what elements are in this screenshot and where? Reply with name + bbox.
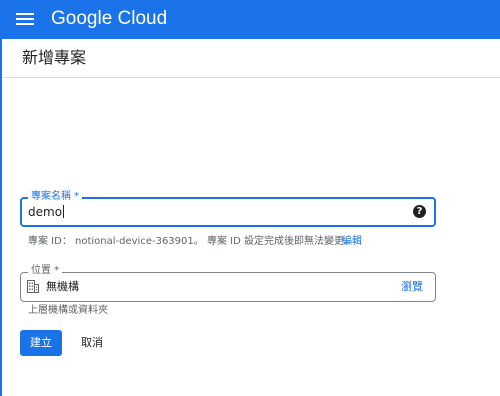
header-divider bbox=[2, 77, 500, 78]
project-name-field[interactable]: 專案名稱 * demo ? bbox=[20, 191, 436, 227]
create-button[interactable]: 建立 bbox=[20, 330, 62, 356]
cancel-button[interactable]: 取消 bbox=[74, 330, 110, 356]
project-name-value: demo bbox=[28, 205, 63, 219]
text-caret bbox=[63, 205, 65, 218]
project-name-input[interactable]: demo bbox=[28, 205, 65, 219]
hamburger-menu-icon[interactable] bbox=[16, 12, 34, 26]
page-title: 新增專案 bbox=[22, 48, 87, 67]
project-name-label: 專案名稱 * bbox=[28, 191, 83, 203]
location-value: 無機構 bbox=[46, 280, 79, 293]
help-circle-icon[interactable]: ? bbox=[413, 205, 426, 218]
location-field[interactable]: 位置 * 無機構 瀏覽 bbox=[20, 265, 436, 302]
project-id-text: 專案 ID： notional-device-363901。 專案 ID 設定完… bbox=[28, 236, 354, 247]
edit-project-id-link[interactable]: 編輯 bbox=[342, 235, 362, 249]
left-accent-bar bbox=[0, 39, 2, 396]
building-icon bbox=[27, 280, 39, 293]
google-cloud-logo[interactable]: Google Cloud bbox=[51, 8, 167, 30]
location-label: 位置 * bbox=[28, 265, 63, 277]
location-helper-text: 上層機構或資料夾 bbox=[28, 305, 108, 316]
browse-button[interactable]: 瀏覽 bbox=[401, 280, 423, 294]
top-app-bar: Google Cloud bbox=[0, 0, 500, 39]
